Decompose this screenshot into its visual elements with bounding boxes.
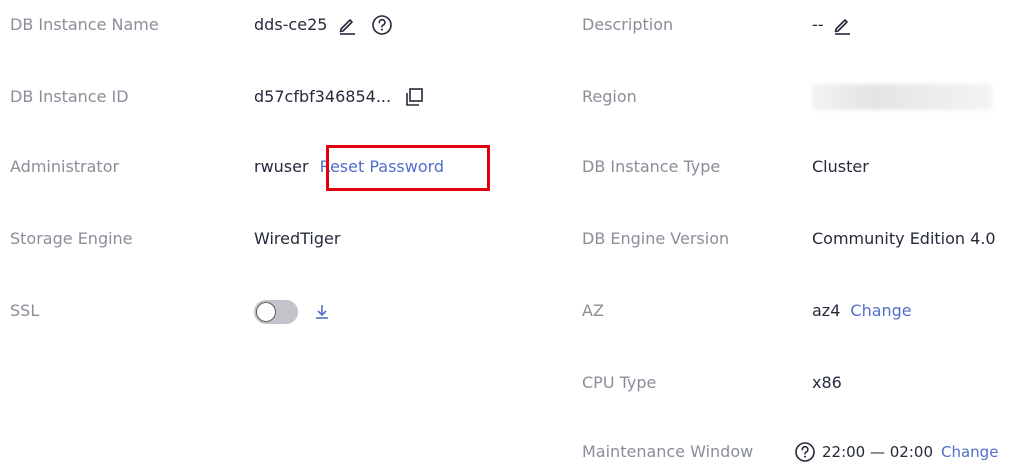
engine-version-value: Community Edition 4.0 bbox=[812, 229, 996, 248]
maintenance-window-label: Maintenance Window bbox=[582, 442, 754, 461]
copy-icon[interactable] bbox=[403, 86, 425, 108]
region-label: Region bbox=[582, 87, 637, 106]
administrator-text: rwuser bbox=[254, 157, 309, 176]
az-label: AZ bbox=[582, 301, 604, 320]
ssl-label: SSL bbox=[10, 301, 40, 320]
instance-id-label: DB Instance ID bbox=[10, 87, 129, 106]
description-text: -- bbox=[812, 15, 824, 34]
administrator-value: rwuser Reset Password bbox=[254, 156, 444, 178]
instance-name-label: DB Instance Name bbox=[10, 15, 159, 34]
az-text: az4 bbox=[812, 301, 841, 320]
description-value: -- bbox=[812, 14, 852, 36]
region-value-redacted bbox=[812, 84, 992, 110]
instance-name-value: dds-ce25 bbox=[254, 14, 393, 36]
instance-name-text: dds-ce25 bbox=[254, 15, 328, 34]
maintenance-window-text: 22:00 — 02:00 bbox=[822, 443, 933, 461]
edit-description-pencil-icon[interactable] bbox=[832, 15, 852, 35]
edit-name-pencil-icon[interactable] bbox=[337, 15, 357, 35]
ssl-toggle-knob bbox=[256, 302, 276, 322]
change-maintenance-window-link[interactable]: Change bbox=[941, 441, 998, 463]
engine-version-label: DB Engine Version bbox=[582, 229, 730, 248]
download-icon[interactable] bbox=[312, 302, 332, 322]
instance-type-label: DB Instance Type bbox=[582, 157, 721, 176]
change-az-link[interactable]: Change bbox=[850, 300, 911, 322]
instance-type-value: Cluster bbox=[812, 157, 869, 176]
administrator-label: Administrator bbox=[10, 157, 120, 176]
cpu-type-label: CPU Type bbox=[582, 373, 657, 392]
maintenance-window-value: 22:00 — 02:00 Change bbox=[794, 441, 998, 463]
instance-id-text: d57cfbf346854... bbox=[254, 87, 392, 106]
storage-engine-label: Storage Engine bbox=[10, 229, 133, 248]
storage-engine-value: WiredTiger bbox=[254, 229, 341, 248]
instance-id-value: d57cfbf346854... bbox=[254, 86, 425, 108]
az-value: az4 Change bbox=[812, 300, 912, 322]
reset-password-link[interactable]: Reset Password bbox=[320, 156, 445, 178]
question-circle-icon[interactable] bbox=[371, 14, 393, 36]
cpu-type-value: x86 bbox=[812, 373, 842, 392]
maintenance-help-question-circle-icon[interactable] bbox=[794, 441, 816, 463]
ssl-controls bbox=[254, 300, 332, 324]
ssl-toggle[interactable] bbox=[254, 300, 298, 324]
description-label: Description bbox=[582, 15, 674, 34]
